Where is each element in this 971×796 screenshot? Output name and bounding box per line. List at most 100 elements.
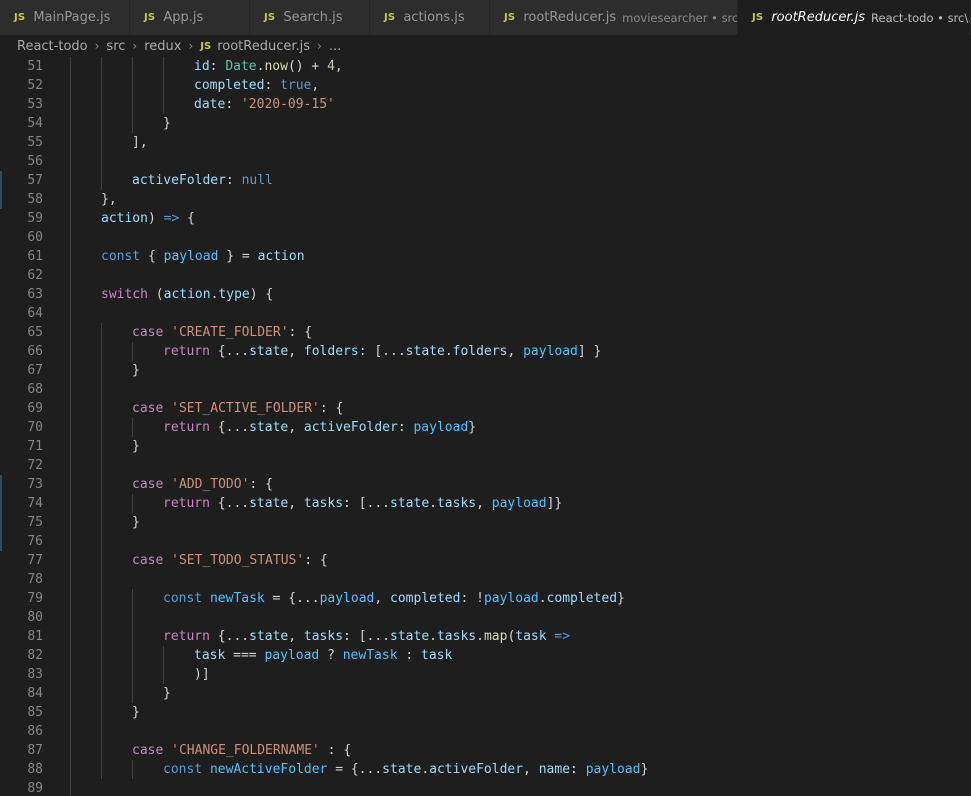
line-number: 89 (27, 781, 43, 796)
code-token: folders (303, 344, 359, 359)
tab-search-js[interactable]: JS Search.js (250, 0, 370, 35)
tab-mainpage-js[interactable]: JS MainPage.js (0, 0, 130, 35)
indent-guide (101, 361, 102, 380)
code-line[interactable]: 53 date: '2020-09-15' (0, 95, 971, 114)
code-token: = {... (264, 591, 320, 606)
code-line[interactable]: 79 const newTask = {...payload, completed… (0, 589, 971, 608)
code-token: case (132, 743, 164, 758)
code-line[interactable]: 78 (0, 570, 971, 589)
code-token: case (132, 553, 164, 568)
indent-guide (70, 589, 71, 608)
code-line[interactable]: 59 action) => { (0, 209, 971, 228)
code-text: return {...state, activeFolder: payload} (163, 418, 476, 437)
js-file-icon: JS (504, 12, 516, 23)
tab-actions-js[interactable]: JS actions.js (370, 0, 490, 35)
indent-guide (70, 285, 71, 304)
code-line[interactable]: 64 (0, 304, 971, 323)
code-line[interactable]: 87 case 'CHANGE_FOLDERNAME' : { (0, 741, 971, 760)
code-line[interactable]: 69 case 'SET_ACTIVE_FOLDER': { (0, 399, 971, 418)
code-line[interactable]: 70 return {...state, activeFolder: payloa… (0, 418, 971, 437)
code-line[interactable]: 76 (0, 532, 971, 551)
tab-app-js[interactable]: JS App.js (130, 0, 250, 35)
indent-guide (101, 513, 102, 532)
code-line[interactable]: 82 task === payload ? newTask : task (0, 646, 971, 665)
code-line[interactable]: 52 completed: true, (0, 76, 971, 95)
code-line[interactable]: 89 (0, 779, 971, 796)
code-text: return {...state, tasks: [...state.tasks… (163, 627, 570, 646)
chevron-right-icon: › (317, 39, 322, 53)
code-line[interactable]: 75} (0, 513, 971, 532)
code-token: => (554, 629, 571, 644)
code-line[interactable]: 56 (0, 152, 971, 171)
code-token: {... (209, 344, 250, 359)
breadcrumb-item[interactable]: redux (144, 39, 181, 54)
indent-guide (70, 703, 71, 722)
code-text: } (132, 703, 140, 722)
code-line[interactable]: 65 case 'CREATE_FOLDER': { (0, 323, 971, 342)
tab-title: MainPage.js (33, 10, 111, 25)
breadcrumb-item[interactable]: src (106, 39, 125, 54)
code-line[interactable]: 85} (0, 703, 971, 722)
code-token: state (249, 344, 289, 359)
code-token: : { (319, 401, 344, 416)
indent-guide (101, 494, 102, 513)
code-line[interactable]: 77 case 'SET_TODO_STATUS': { (0, 551, 971, 570)
line-number: 58 (27, 192, 43, 207)
breadcrumb-item[interactable]: React-todo (17, 39, 88, 54)
code-line[interactable]: 72 (0, 456, 971, 475)
code-token: : (209, 59, 226, 74)
code-token: , (311, 78, 320, 93)
code-line[interactable]: 66 return {...state, folders: [...state.f… (0, 342, 971, 361)
code-line[interactable]: 63 switch (action.type) { (0, 285, 971, 304)
code-line[interactable]: 83)] (0, 665, 971, 684)
line-number: 61 (27, 249, 43, 264)
line-number: 62 (27, 268, 43, 283)
chevron-right-icon: › (94, 39, 100, 53)
code-editor[interactable]: 51 id: Date.now() + 4, 52 completed: true, 5… (0, 57, 971, 796)
code-line[interactable]: 81 return {...state, tasks: [...state.tas… (0, 627, 971, 646)
code-line[interactable]: 54} (0, 114, 971, 133)
code-line[interactable]: 58}, (0, 190, 971, 209)
code-token: : (397, 420, 414, 435)
tab-description: moviesearcher • src\... (622, 10, 738, 25)
code-token: payload (319, 591, 375, 606)
code-token: action (163, 287, 211, 302)
code-token: completed (194, 78, 265, 93)
indent-guide (70, 665, 71, 684)
breadcrumb-item[interactable]: rootReducer.js (217, 39, 310, 54)
code-line[interactable]: 86 (0, 722, 971, 741)
code-line[interactable]: 71} (0, 437, 971, 456)
code-token: } (132, 515, 140, 530)
code-token: task (515, 629, 547, 644)
tab-rootreducer-js-active[interactable]: JS rootReducer.js React-todo • src\... (738, 0, 971, 35)
code-line[interactable]: 73 case 'ADD_TODO': { (0, 475, 971, 494)
code-text: case 'CHANGE_FOLDERNAME' : { (132, 741, 351, 760)
code-line[interactable]: 57 activeFolder: null (0, 171, 971, 190)
line-number: 54 (27, 116, 43, 131)
breadcrumb-item[interactable]: ... (329, 39, 341, 54)
code-line[interactable]: 51 id: Date.now() + 4, (0, 57, 971, 76)
code-line[interactable]: 62 (0, 266, 971, 285)
code-text: task === payload ? newTask : task (194, 646, 452, 665)
code-line[interactable]: 67} (0, 361, 971, 380)
line-number: 70 (27, 420, 43, 435)
code-text: return {...state, folders: [...state.fol… (163, 342, 601, 361)
indent-guide (163, 665, 164, 684)
indent-guide (101, 323, 102, 342)
code-line[interactable]: 74 return {...state, tasks: [...state.tas… (0, 494, 971, 513)
code-line[interactable]: 55], (0, 133, 971, 152)
tab-title: rootReducer.js (771, 10, 866, 25)
js-file-icon: JS (384, 12, 396, 23)
code-token: return (163, 420, 210, 435)
code-token: newTask (342, 648, 398, 663)
code-line[interactable]: 68 (0, 380, 971, 399)
code-line[interactable]: 80 (0, 608, 971, 627)
indent-guide (132, 418, 133, 437)
code-line[interactable]: 84} (0, 684, 971, 703)
tab-rootreducer-js[interactable]: JS rootReducer.js moviesearcher • src\... (490, 0, 738, 35)
js-file-icon: JS (14, 12, 26, 23)
code-token: } = (218, 249, 258, 264)
code-line[interactable]: 88 const newActiveFolder = {...state.acti… (0, 760, 971, 779)
code-line[interactable]: 60 (0, 228, 971, 247)
code-line[interactable]: 61 const { payload } = action (0, 247, 971, 266)
